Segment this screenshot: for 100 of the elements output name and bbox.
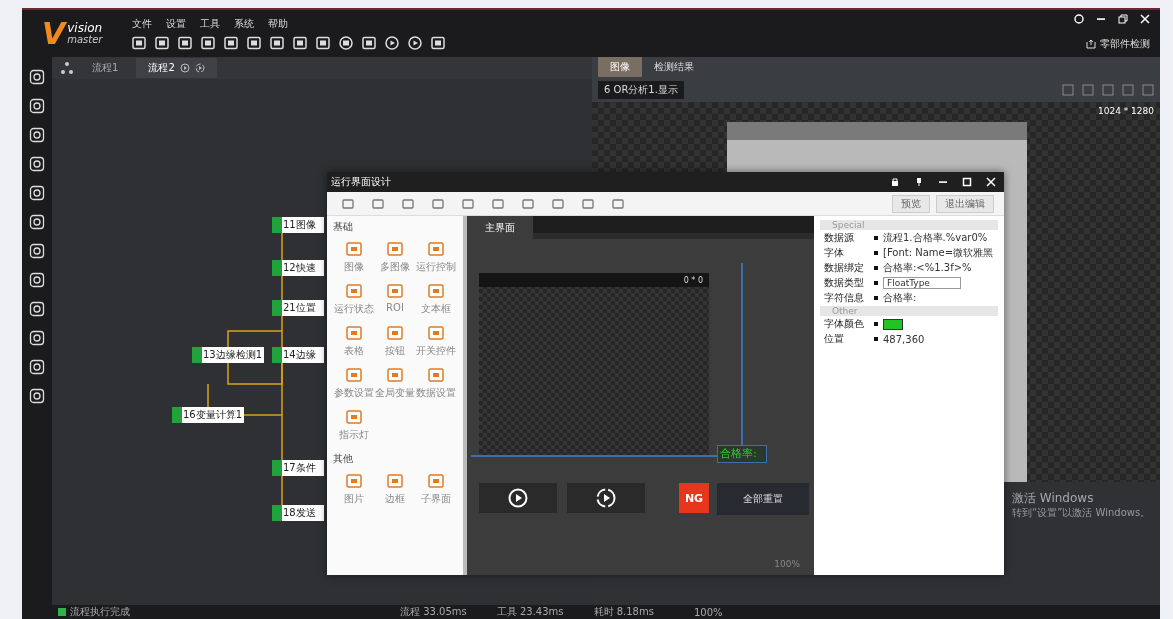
loop-run-button[interactable]	[567, 483, 645, 513]
widget-item[interactable]: 表格	[333, 324, 375, 358]
widget-item[interactable]: 按钮	[374, 324, 416, 358]
activation-hint: 转到“设置”以激活 Windows。	[1012, 506, 1151, 520]
connector-line	[281, 232, 283, 261]
image-source-dropdown[interactable]: 6 OR分析1.显示	[598, 80, 684, 99]
designer-tool-icon[interactable]	[431, 196, 445, 211]
widget-item[interactable]: 指示灯	[333, 408, 375, 442]
designer-tool-icon[interactable]	[551, 196, 565, 211]
widget-icon	[427, 366, 446, 384]
property-value[interactable]: 合格率:	[883, 291, 917, 305]
image-size: 1024 * 1280	[1097, 106, 1154, 116]
property-value[interactable]: 流程1.合格率.%var0%	[883, 231, 988, 245]
play-icon	[508, 488, 528, 508]
flow-node[interactable]: 12快速	[272, 260, 324, 276]
flow-tab[interactable]: 流程1	[80, 58, 131, 78]
widget-item[interactable]: 边框	[374, 472, 416, 506]
play-icon[interactable]	[179, 63, 190, 73]
designer-tool-icon[interactable]	[371, 196, 385, 211]
page-tab[interactable]: 主界面	[467, 216, 533, 239]
widget-icon	[386, 472, 404, 490]
loop-icon[interactable]	[194, 63, 205, 73]
pin-icon[interactable]	[914, 177, 924, 187]
property-value[interactable]: 合格率:<%1.3f>%	[883, 261, 972, 275]
flow-node[interactable]: 11图像	[272, 217, 324, 233]
total-time: 耗时 8.18ms	[593, 605, 654, 619]
menu-item[interactable]: 帮助	[268, 17, 288, 31]
widget-item[interactable]: 文本框	[415, 282, 457, 316]
color-swatch[interactable]	[883, 318, 903, 330]
widget-item[interactable]: 数据设置	[415, 366, 457, 400]
menu-item[interactable]: 工具	[200, 17, 220, 31]
widget-icon	[344, 240, 363, 258]
solution-button[interactable]: 零部件检测	[1086, 37, 1150, 51]
image-size: 0 * 0	[683, 275, 703, 285]
loop-play-icon	[596, 488, 616, 508]
property-select[interactable]: FloatType	[883, 277, 961, 289]
play-icon[interactable]	[408, 36, 422, 50]
flow-node[interactable]: 21位置	[272, 300, 324, 316]
widget-item[interactable]: 图像	[333, 240, 375, 274]
window-title: 运行界面设计	[331, 175, 391, 189]
flow-node[interactable]: 17条件	[272, 460, 324, 476]
status-message: 流程执行完成	[70, 605, 130, 619]
widget-icon	[427, 282, 446, 300]
widget-icon	[344, 366, 363, 384]
lock-icon[interactable]	[890, 177, 900, 187]
text-label[interactable]: 合格率:	[717, 445, 767, 463]
restore-icon[interactable]	[1118, 14, 1128, 24]
section-title: 基础	[333, 221, 353, 232]
menu-item[interactable]: 系统	[234, 17, 254, 31]
widget-item[interactable]: 运行控制	[415, 240, 457, 274]
toolbar-button[interactable]: 预览	[892, 194, 930, 213]
menu-item[interactable]: 设置	[166, 17, 186, 31]
widget-icon	[386, 282, 404, 300]
close-icon[interactable]	[1140, 14, 1150, 24]
widget-item[interactable]: 图片	[333, 472, 375, 506]
widget-item[interactable]: ROI	[374, 282, 416, 316]
designer-tool-icon[interactable]	[491, 196, 505, 211]
toolbar-button[interactable]: 退出编辑	[936, 194, 994, 213]
widget-icon	[344, 282, 363, 300]
widget-icon	[344, 408, 363, 426]
designer-tool-icon[interactable]	[521, 196, 535, 211]
property-name: 字体颜色	[823, 317, 865, 331]
widget-item[interactable]: 参数设置	[333, 366, 375, 400]
section-title: 其他	[333, 453, 353, 464]
widget-item[interactable]: 子界面	[415, 472, 457, 506]
flow-node[interactable]: 13边缘检测1	[192, 347, 264, 363]
widget-icon	[344, 324, 363, 342]
designer-tool-icon[interactable]	[461, 196, 475, 211]
flow-tab[interactable]: 流程2	[136, 58, 217, 78]
property-value[interactable]: [Font: Name=微软雅黑	[883, 246, 994, 260]
property-name: 字体	[823, 246, 845, 260]
view-tab[interactable]: 图像	[598, 57, 642, 77]
menu-item[interactable]: 文件	[132, 17, 152, 31]
status-icon	[58, 608, 66, 616]
tool-time: 工具 23.43ms	[496, 605, 564, 619]
maximize-icon[interactable]	[962, 177, 972, 187]
designer-tool-icon[interactable]	[611, 196, 625, 211]
designer-tool-icon[interactable]	[401, 196, 415, 211]
flow-tree-icon[interactable]	[60, 61, 74, 75]
export-icon	[1086, 39, 1096, 49]
widget-item[interactable]: 多图像	[374, 240, 416, 274]
close-icon[interactable]	[986, 177, 996, 187]
designer-tool-icon[interactable]	[341, 196, 355, 211]
flow-node[interactable]: 18发送	[272, 505, 324, 521]
play-icon[interactable]	[385, 36, 399, 50]
reset-button[interactable]: 全部重置	[717, 483, 809, 515]
help-icon[interactable]	[1074, 14, 1084, 24]
widget-item[interactable]: 运行状态	[333, 282, 375, 316]
widget-item[interactable]: 全局变量	[374, 366, 416, 400]
connector-line	[281, 475, 283, 506]
image-control[interactable]: 0 * 0	[479, 273, 709, 456]
connector-line	[281, 275, 283, 301]
property-value[interactable]: 487,360	[883, 333, 925, 345]
flow-node[interactable]: 16变量计算1	[172, 407, 244, 423]
designer-tool-icon[interactable]	[581, 196, 595, 211]
run-button[interactable]	[479, 483, 557, 513]
view-tab[interactable]: 检测结果	[642, 57, 706, 77]
widget-icon	[386, 366, 404, 384]
widget-item[interactable]: 开关控件	[415, 324, 457, 358]
flow-node[interactable]: 14边缘	[272, 347, 324, 363]
